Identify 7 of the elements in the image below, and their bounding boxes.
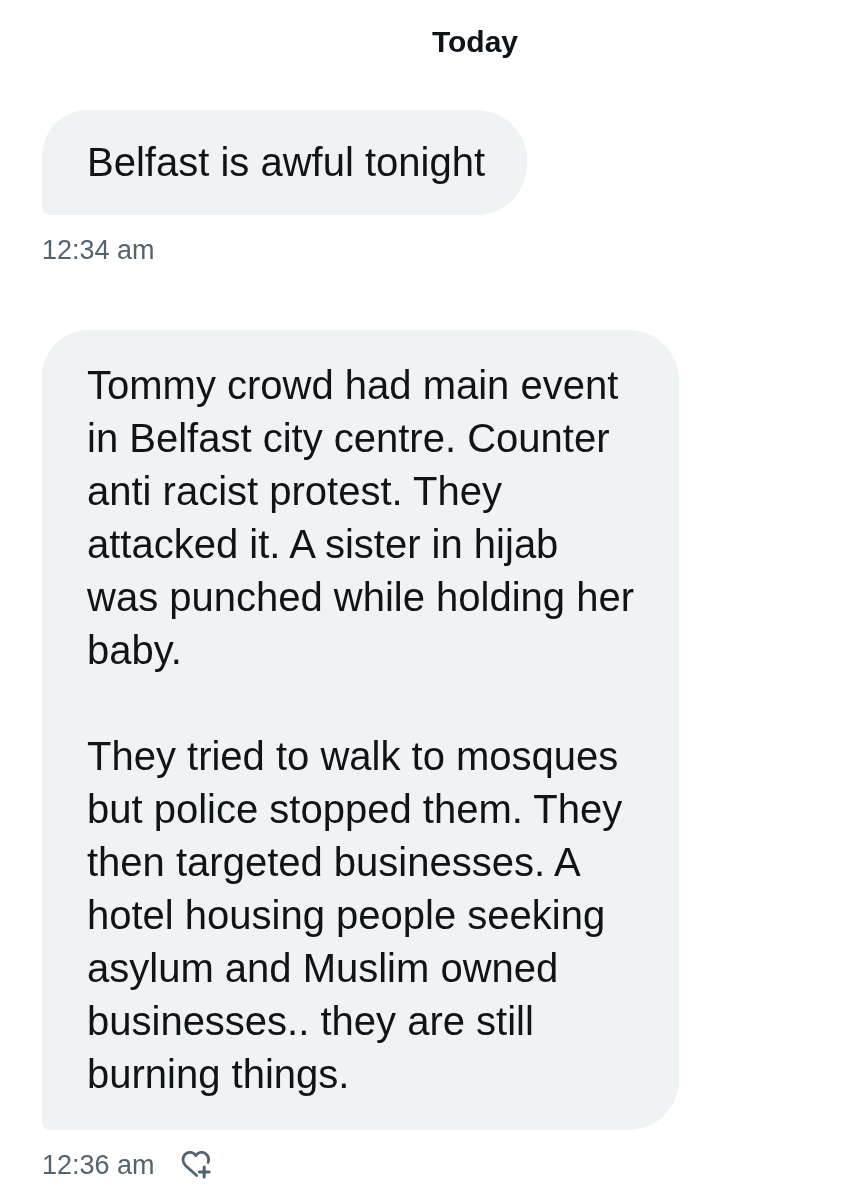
heart-plus-icon[interactable] [180, 1151, 212, 1179]
date-divider-label: Today [431, 24, 519, 60]
message-text: Belfast is awful tonight [87, 139, 485, 186]
message-text: They tried to walk to mosques but police stopped them. They then targeted businesses. A hotel housing people seeking asylum and Muslim owned businesses.. they are still burning things. [87, 733, 624, 1098]
message-text: Tommy crowd had main event in Belfast city centre. Counter anti racist protest. They attacked it. A sister in hijab was punched while holding her baby. [87, 362, 636, 674]
message-timestamp: 12:34 am [42, 234, 155, 266]
message-timestamp: 12:36 am [42, 1149, 155, 1181]
